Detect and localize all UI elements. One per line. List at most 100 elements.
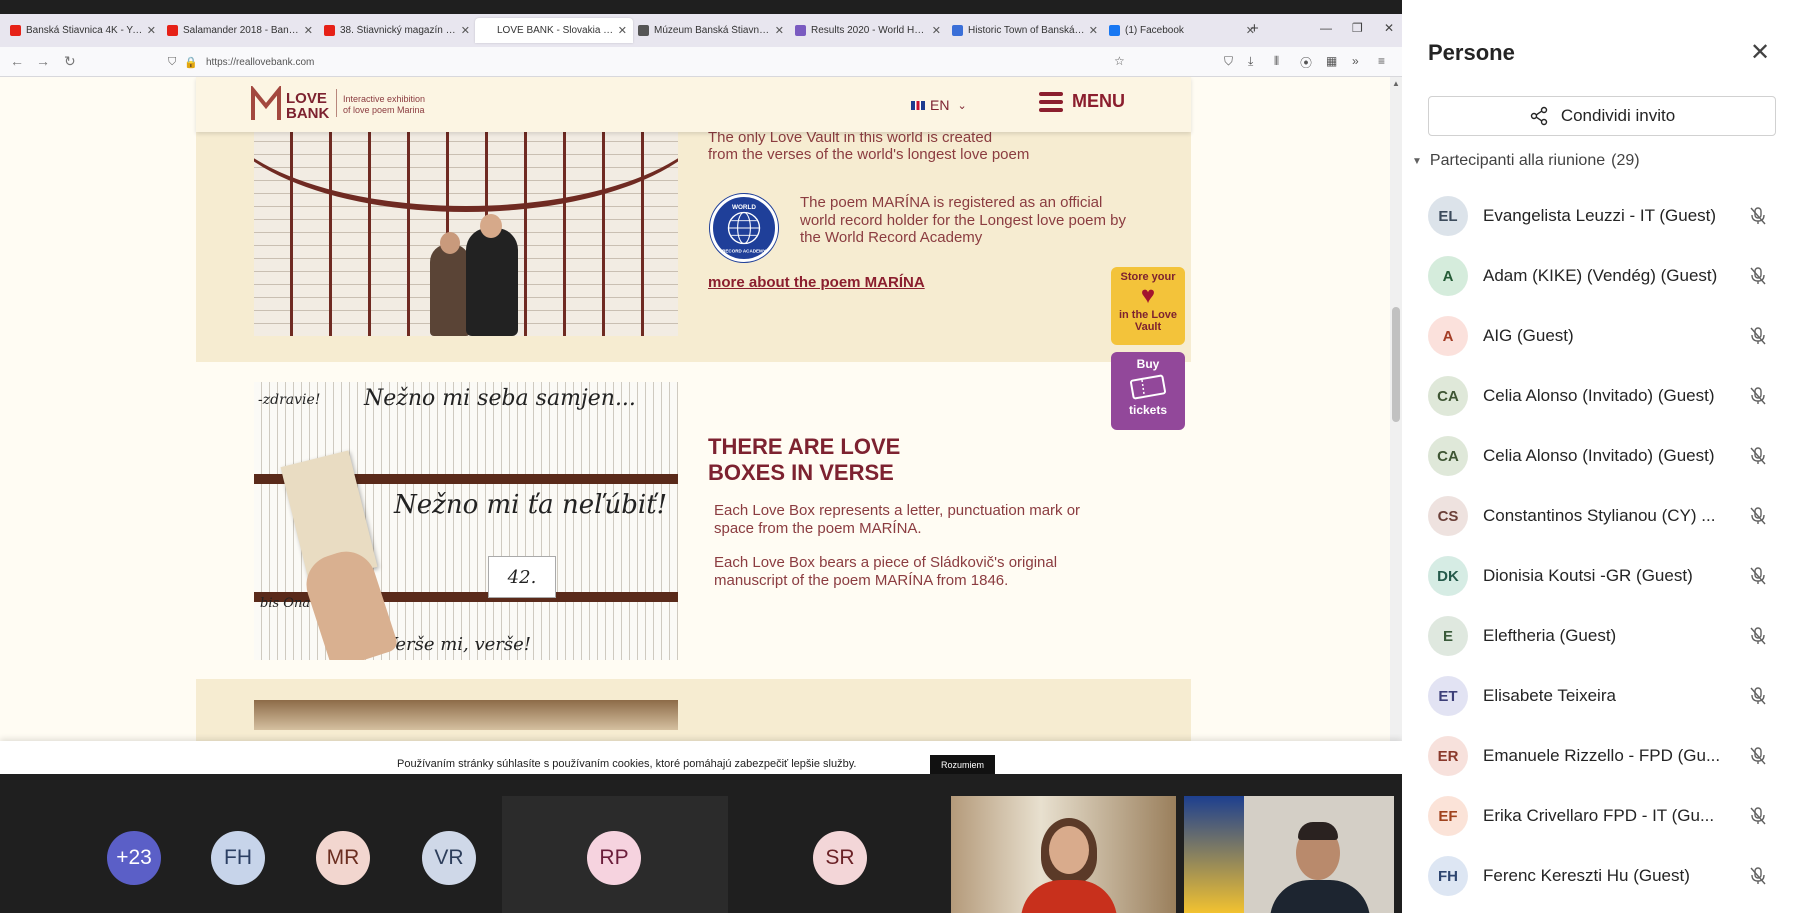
participant-row[interactable]: FH Ferenc Kereszti Hu (Guest) (1402, 846, 1800, 906)
tab-label: Historic Town of Banská Štiavnica (968, 25, 1085, 36)
logo-tagline: Interactive exhibition of love poem Mari… (343, 94, 426, 115)
forward-arrow-icon[interactable]: → (36, 53, 50, 69)
new-tab-icon[interactable]: + (1250, 20, 1259, 37)
store-in-love-vault-button[interactable]: Store your ♥ in the Love Vault (1111, 267, 1185, 345)
participant-row[interactable]: EF Erika Crivellaro FPD - IT (Gu... (1402, 786, 1800, 846)
mic-muted-icon[interactable] (1748, 806, 1768, 826)
close-icon[interactable]: ✕ (1750, 38, 1770, 67)
app-menu-icon[interactable]: ≡ (1378, 54, 1385, 68)
extension-grid-icon[interactable]: ▦ (1326, 54, 1337, 68)
love-boxes-photo: Nežno mi seba samjen... Nežno mi ťa neľú… (254, 382, 678, 660)
library-icon[interactable]: ⫴ (1274, 54, 1279, 69)
participant-name: Elisabete Teixeira (1483, 686, 1616, 705)
mic-muted-icon[interactable] (1748, 206, 1768, 226)
mic-muted-icon[interactable] (1748, 626, 1768, 646)
participant-row[interactable]: EL Evangelista Leuzzi - IT (Guest) (1402, 186, 1800, 246)
extension-icon[interactable]: ⦿ (1300, 54, 1312, 71)
download-icon[interactable]: ⤓ (1248, 54, 1253, 69)
browser-tab[interactable]: Historic Town of Banská Štiavnica ✕ (946, 18, 1104, 43)
love-bank-logo-icon[interactable] (251, 86, 281, 122)
page-scrollbar[interactable]: ▲ ▼ (1390, 77, 1402, 774)
tab-close-icon[interactable]: ✕ (147, 24, 156, 37)
minimize-icon[interactable]: — (1320, 21, 1332, 35)
participant-row[interactable]: ET Elisabete Teixeira (1402, 666, 1800, 726)
language-selector[interactable]: EN ⌄ (911, 97, 967, 113)
love-boxes-paragraph-2: Each Love Box bears a piece of Sládkovič… (714, 554, 1058, 589)
participant-row[interactable]: A Adam (KIKE) (Vendég) (Guest) (1402, 246, 1800, 306)
participant-name: Erika Crivellaro FPD - IT (Gu... (1483, 806, 1715, 825)
buy-tickets-button[interactable]: Buy tickets (1111, 352, 1185, 430)
browser-tab[interactable]: (1) Facebook ✕ (1103, 18, 1261, 43)
pocket-icon[interactable]: ⛉ (1224, 54, 1233, 69)
seal-bottom-text: RECORD ACADEMY (722, 249, 766, 254)
avatar: FH (1428, 856, 1468, 896)
participant-avatar[interactable]: MR (316, 831, 370, 885)
participant-video-1[interactable] (951, 796, 1176, 913)
participant-row[interactable]: CA Celia Alonso (Invitado) (Guest) (1402, 426, 1800, 486)
participant-row[interactable]: A AIG (Guest) (1402, 306, 1800, 366)
logo-text[interactable]: LOVE BANK (286, 91, 329, 121)
cookie-accept-button[interactable]: Rozumiem (930, 755, 995, 774)
close-window-icon[interactable]: ✕ (1384, 21, 1394, 35)
mic-muted-icon[interactable] (1748, 326, 1768, 346)
tab-label: (1) Facebook (1125, 25, 1184, 36)
mic-muted-icon[interactable] (1748, 386, 1768, 406)
participant-row[interactable]: CA Celia Alonso (Invitado) (Guest) (1402, 366, 1800, 426)
participant-name: Celia Alonso (Invitado) (Guest) (1483, 446, 1715, 465)
tab-favicon-icon (638, 25, 649, 36)
browser-tab[interactable]: Múzeum Banská Štiavnica ✕ (632, 18, 790, 43)
love-vault-photo (254, 132, 678, 336)
address-bar[interactable]: ⛉ 🔒 https://reallovebank.com (168, 51, 1128, 73)
tab-favicon-icon (1109, 25, 1120, 36)
tab-close-icon[interactable]: ✕ (304, 24, 313, 37)
participant-avatar[interactable]: VR (422, 831, 476, 885)
share-invite-button[interactable]: Condividi invito (1428, 96, 1776, 136)
more-about-marina-link[interactable]: more about the poem MARÍNA (708, 274, 925, 291)
participant-row[interactable]: CS Constantinos Stylianou (CY) ... (1402, 486, 1800, 546)
shared-browser-window: Banská Štiavnica 4K - YouTube✕Salamander… (0, 14, 1402, 774)
ticket-icon (1129, 374, 1167, 400)
tab-close-icon[interactable]: ✕ (618, 24, 627, 37)
participant-row[interactable]: ER Emanuele Rizzello - FPD (Gu... (1402, 726, 1800, 786)
participant-avatar[interactable]: FH (211, 831, 265, 885)
mic-muted-icon[interactable] (1748, 746, 1768, 766)
tab-close-icon[interactable]: ✕ (461, 24, 470, 37)
tab-close-icon[interactable]: ✕ (932, 24, 941, 37)
mic-muted-icon[interactable] (1748, 506, 1768, 526)
participants-section-header[interactable]: ▼ Partecipanti alla riunione (29) (1412, 152, 1640, 170)
browser-tab[interactable]: LOVE BANK - Slovakia | The Official ✕ (475, 18, 633, 43)
mic-muted-icon[interactable] (1748, 446, 1768, 466)
scrollbar-thumb[interactable] (1392, 307, 1400, 422)
participant-name: Constantinos Stylianou (CY) ... (1483, 506, 1716, 525)
participant-avatar[interactable]: RP (587, 831, 641, 885)
mic-muted-icon[interactable] (1748, 566, 1768, 586)
participant-video-2[interactable] (1184, 796, 1394, 913)
mic-muted-icon[interactable] (1748, 266, 1768, 286)
reload-icon[interactable]: ↻ (64, 53, 76, 70)
participant-name: Celia Alonso (Invitado) (Guest) (1483, 386, 1715, 405)
browser-tab[interactable]: Salamander 2018 - Banská Štiavnica ✕ (161, 18, 319, 43)
participant-row[interactable]: E Eleftheria (Guest) (1402, 606, 1800, 666)
browser-tab[interactable]: Results 2020 - World Heritage ✕ (789, 18, 947, 43)
scroll-up-icon[interactable]: ▲ (1392, 79, 1400, 88)
url-text: https://reallovebank.com (205, 56, 315, 68)
participant-avatar[interactable]: SR (813, 831, 867, 885)
browser-tab[interactable]: Banská Štiavnica 4K - YouTube ✕ (4, 18, 162, 43)
tab-close-icon[interactable]: ✕ (775, 24, 784, 37)
restore-icon[interactable]: ❐ (1352, 21, 1363, 35)
share-icon (1530, 106, 1548, 126)
mic-muted-icon[interactable] (1748, 686, 1768, 706)
mic-muted-icon[interactable] (1748, 866, 1768, 886)
bookmark-star-icon[interactable]: ☆ (1114, 54, 1125, 68)
browser-tab[interactable]: 38. Štiavnický magazín 2020 ✕ (318, 18, 476, 43)
participant-row[interactable]: DK Dionisia Koutsi -GR (Guest) (1402, 546, 1800, 606)
love-vault-section: The only Love Vault in this world is cre… (196, 129, 1191, 362)
tab-close-icon[interactable]: ✕ (1089, 24, 1098, 37)
overflow-chevrons-icon[interactable]: » (1352, 54, 1359, 68)
tab-label: LOVE BANK - Slovakia | The Official (497, 25, 614, 36)
back-arrow-icon[interactable]: ← (10, 53, 24, 69)
tab-label: Banská Štiavnica 4K - YouTube (26, 25, 143, 36)
menu-button[interactable]: MENU (1039, 91, 1125, 112)
avatar: CS (1428, 496, 1468, 536)
more-participants-badge[interactable]: +23 (107, 831, 161, 885)
